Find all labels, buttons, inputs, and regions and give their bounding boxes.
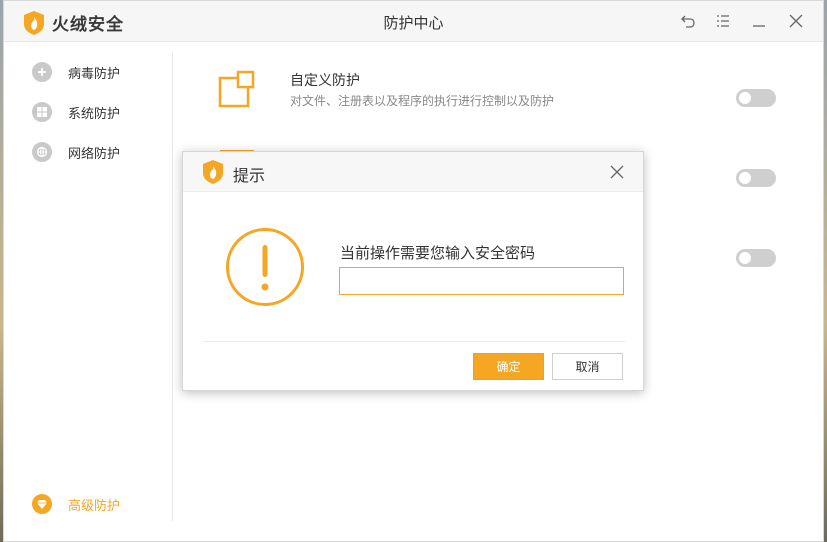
close-icon[interactable]: [787, 12, 805, 30]
password-field[interactable]: [339, 267, 624, 295]
sidebar-item-label: 系统防护: [68, 106, 121, 122]
sidebar: 病毒防护 系统防护 网络防护 高级防护: [4, 42, 172, 522]
sidebar-item-label: 病毒防护: [68, 66, 121, 82]
flame-shield-icon: [203, 160, 223, 184]
menu-icon[interactable]: [714, 12, 732, 30]
sidebar-item-label: 高级防护: [68, 498, 121, 514]
toggle-feature-3[interactable]: [736, 249, 776, 267]
window-title: 防护中心: [383, 14, 444, 32]
toggle-feature-2[interactable]: [736, 169, 776, 187]
dialog-header: 提示: [183, 152, 643, 192]
back-icon[interactable]: [679, 12, 697, 30]
sidebar-item-system-protection[interactable]: 系统防护: [32, 102, 120, 122]
close-icon[interactable]: [609, 164, 625, 180]
cancel-button[interactable]: 取消: [552, 353, 623, 380]
warning-icon: [226, 228, 304, 306]
plus-circle-icon: [32, 62, 52, 82]
globe-icon: [32, 142, 52, 162]
custom-protection-icon: [218, 70, 255, 108]
sidebar-item-virus-protection[interactable]: 病毒防护: [32, 62, 120, 82]
confirm-button[interactable]: 确定: [473, 353, 544, 380]
title-bar: 火绒安全 防护中心: [4, 1, 823, 42]
windows-icon: [32, 102, 52, 122]
feature-title: 自定义防护: [290, 73, 360, 89]
dialog-message: 当前操作需要您输入安全密码: [340, 244, 536, 262]
sidebar-item-advanced-protection[interactable]: 高级防护: [32, 494, 120, 514]
minimize-icon[interactable]: [750, 12, 768, 30]
password-dialog: 提示 当前操作需要您输入安全密码 确定 取消: [182, 151, 644, 391]
dialog-title: 提示: [233, 166, 266, 185]
dialog-divider: [203, 341, 625, 342]
diamond-icon: [32, 494, 52, 514]
sidebar-item-label: 网络防护: [68, 146, 121, 162]
toggle-custom-protection[interactable]: [736, 89, 776, 107]
feature-desc: 对文件、注册表以及程序的执行进行控制以及防护: [290, 94, 555, 108]
sidebar-item-network-protection[interactable]: 网络防护: [32, 142, 120, 162]
